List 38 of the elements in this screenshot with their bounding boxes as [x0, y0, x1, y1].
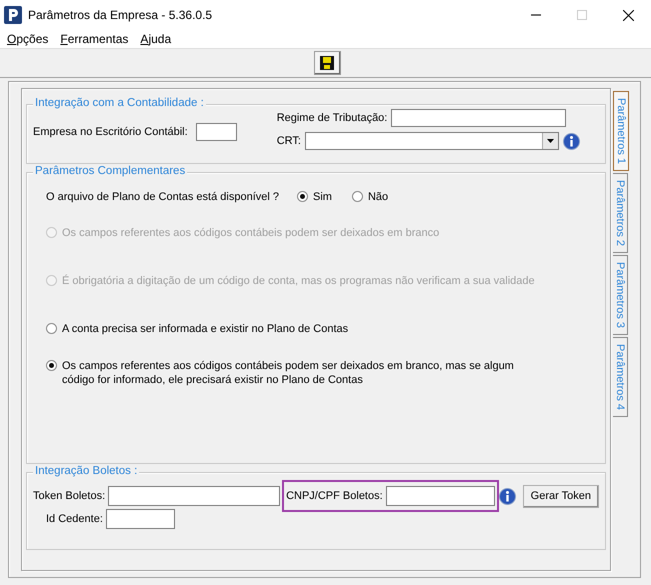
- menu-item[interactable]: Ferramentas: [60, 32, 128, 46]
- radio-button[interactable]: [46, 360, 57, 371]
- dropdown[interactable]: [304, 132, 559, 150]
- field-label: Empresa no Escritório Contábil:: [33, 126, 188, 138]
- radio-label: Sim: [312, 190, 332, 204]
- radio-button[interactable]: [46, 323, 57, 334]
- tab[interactable]: Parâmetros 1: [613, 91, 629, 172]
- menu-item[interactable]: Ajuda: [140, 32, 172, 46]
- radio-label: Não: [368, 190, 388, 204]
- group-title: Integração Boletos :: [33, 465, 140, 477]
- info-icon[interactable]: [498, 488, 516, 504]
- field-label: Regime de Tributação:: [276, 112, 388, 124]
- input-field[interactable]: [196, 123, 237, 141]
- close-icon[interactable]: [622, 10, 634, 20]
- input-field[interactable]: [106, 509, 175, 529]
- radio-label: Os campos referentes aos códigos contábeis podem ser deixados em branco: [62, 226, 440, 240]
- menu-item[interactable]: Opções: [7, 32, 48, 46]
- generate-token-button[interactable]: Gerar Token: [522, 484, 599, 508]
- input-field[interactable]: [391, 109, 566, 127]
- group-title: Parâmetros Complementares: [33, 165, 188, 177]
- group-title: Integração com a Contabilidade :: [33, 97, 206, 109]
- radio-button[interactable]: [352, 191, 363, 202]
- field-label: CRT:: [276, 135, 301, 147]
- dropdown-arrow-icon: [546, 139, 554, 143]
- info-icon[interactable]: [562, 132, 580, 150]
- input-field[interactable]: [386, 486, 495, 506]
- field-label: Token Boletos:: [33, 490, 106, 502]
- question-label: O arquivo de Plano de Contas está disponível ?: [46, 191, 279, 203]
- radio-label: É obrigatória a digitação de um código de conta, mas os programas não verificam a sua validade: [62, 274, 535, 288]
- input-field[interactable]: [108, 486, 280, 506]
- field-label: CNPJ/CPF Boletos:: [286, 490, 383, 502]
- radio-label: Os campos referentes aos códigos contábeis podem ser deixados em branco, mas se algum código for informado, ele precisará existir no Plano de Contas: [62, 359, 515, 387]
- save-button[interactable]: [314, 51, 340, 75]
- radio-button[interactable]: [296, 191, 308, 202]
- app-logo-icon: [4, 6, 22, 24]
- radio-label: A conta precisa ser informada e existir no Plano de Contas: [62, 322, 348, 336]
- field-label: Id Cedente:: [46, 513, 103, 525]
- window-title: Parâmetros da Empresa - 5.36.0.5: [28, 8, 214, 22]
